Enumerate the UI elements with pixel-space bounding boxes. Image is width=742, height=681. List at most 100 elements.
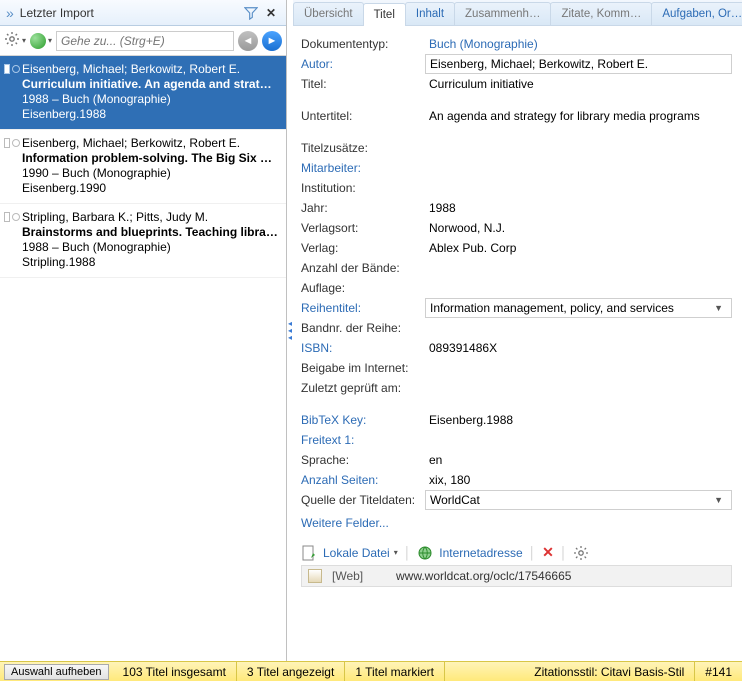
circle-icon[interactable] [12, 65, 20, 73]
settings-icon[interactable] [573, 545, 589, 561]
left-pane-title: Letzter Import [20, 6, 240, 20]
chevron-down-icon[interactable]: ▼ [710, 303, 727, 313]
flag-icon[interactable] [4, 64, 10, 74]
gear-icon[interactable] [4, 31, 20, 50]
reference-list: Eisenberg, Michael; Berkowitz, Robert E.… [0, 56, 286, 661]
collab-field[interactable] [425, 159, 732, 177]
nav-back-button[interactable]: ◄ [238, 31, 258, 51]
ref-year-type: 1988 – Buch (Monographie) [22, 92, 278, 106]
ref-key: Stripling.1988 [22, 255, 278, 269]
author-label[interactable]: Autor: [301, 55, 425, 73]
free1-field[interactable] [425, 431, 732, 449]
inst-field[interactable] [425, 179, 732, 197]
source-label: Quelle der Titeldaten: [301, 491, 425, 509]
collab-label[interactable]: Mitarbeiter: [301, 159, 425, 177]
series-label[interactable]: Reihentitel: [301, 299, 425, 317]
url-row[interactable]: [Web] www.worldcat.org/oclc/17546665 [301, 565, 732, 587]
status-shown: 3 Titel angezeigt [237, 662, 345, 681]
pages-label[interactable]: Anzahl Seiten: [301, 471, 425, 489]
search-input[interactable] [56, 31, 234, 51]
ref-authors: Eisenberg, Michael; Berkowitz, Robert E. [22, 62, 278, 76]
status-style[interactable]: Zitationsstil: Citavi Basis-Stil [524, 662, 695, 681]
bibtex-field[interactable]: Eisenberg.1988 [425, 411, 732, 429]
reference-item[interactable]: Stripling, Barbara K.; Pitts, Judy M.Bra… [0, 204, 286, 278]
tab-aufgabenor[interactable]: Aufgaben, Or… [651, 2, 742, 25]
tab-titel[interactable]: Titel [363, 3, 406, 26]
lang-label: Sprache: [301, 451, 425, 469]
circle-icon[interactable] [12, 213, 20, 221]
status-marked: 1 Titel markiert [345, 662, 445, 681]
flag-icon[interactable] [4, 212, 10, 222]
volumes-field[interactable] [425, 259, 732, 277]
internet-icon[interactable] [417, 545, 433, 561]
detail-form: Dokumententyp:Buch (Monographie) Autor:E… [293, 26, 742, 661]
globe-dropdown-icon[interactable]: ▾ [48, 36, 52, 45]
filter-icon[interactable] [242, 4, 260, 22]
title-field[interactable]: Curriculum initiative [425, 75, 732, 93]
publisher-field[interactable]: Ablex Pub. Corp [425, 239, 732, 257]
chevron-down-icon[interactable]: ▼ [710, 495, 727, 505]
internet-link[interactable]: Internetadresse [439, 546, 522, 560]
deselect-button[interactable]: Auswahl aufheben [4, 664, 109, 680]
doc-type-label: Dokumententyp: [301, 35, 425, 53]
isbn-field[interactable]: 089391486X [425, 339, 732, 357]
status-num: #141 [695, 662, 742, 681]
title-sup-field[interactable] [425, 139, 732, 157]
tab-bar: ÜbersichtTitelInhaltZusammenh…Zitate, Ko… [293, 0, 742, 26]
bibtex-label[interactable]: BibTeX Key: [301, 411, 425, 429]
source-combo[interactable]: WorldCat▼ [425, 490, 732, 510]
ref-authors: Eisenberg, Michael; Berkowitz, Robert E. [22, 136, 278, 150]
pages-field[interactable]: xix, 180 [425, 471, 732, 489]
online-field[interactable] [425, 359, 732, 377]
subtitle-field[interactable]: An agenda and strategy for library media… [425, 107, 732, 125]
title-label: Titel: [301, 75, 425, 93]
tab-zitatekomm[interactable]: Zitate, Komm… [550, 2, 652, 25]
left-pane: » Letzter Import ✕ ▾ ▾ ◄ ► Eisenberg, Mi… [0, 0, 287, 661]
local-file-dropdown-icon[interactable]: ▾ [394, 548, 398, 557]
delete-icon[interactable]: ✕ [542, 544, 554, 561]
year-field[interactable]: 1988 [425, 199, 732, 217]
year-label: Jahr: [301, 199, 425, 217]
nav-forward-button[interactable]: ► [262, 31, 282, 51]
flag-icon[interactable] [4, 138, 10, 148]
series-combo[interactable]: Information management, policy, and serv… [425, 298, 732, 318]
ref-title: Information problem-solving. The Big Six… [22, 151, 278, 165]
place-field[interactable]: Norwood, N.J. [425, 219, 732, 237]
series-no-field[interactable] [425, 319, 732, 337]
attachment-toolbar: Lokale Datei ▾ │ Internetadresse │ ✕ │ [301, 538, 732, 565]
ref-key: Eisenberg.1988 [22, 107, 278, 121]
isbn-label[interactable]: ISBN: [301, 339, 425, 357]
ref-year-type: 1990 – Buch (Monographie) [22, 166, 278, 180]
reference-item[interactable]: Eisenberg, Michael; Berkowitz, Robert E.… [0, 130, 286, 204]
left-toolbar: ▾ ▾ ◄ ► [0, 26, 286, 56]
tab-zusammenh[interactable]: Zusammenh… [454, 2, 551, 25]
collapse-icon[interactable]: » [6, 5, 14, 21]
ref-key: Eisenberg.1990 [22, 181, 278, 195]
more-fields-link[interactable]: Weitere Felder... [301, 510, 732, 532]
close-icon[interactable]: ✕ [262, 4, 280, 22]
tab-inhalt[interactable]: Inhalt [405, 2, 455, 25]
globe-icon[interactable] [30, 33, 46, 49]
author-field[interactable]: Eisenberg, Michael; Berkowitz, Robert E. [425, 54, 732, 74]
place-label: Verlagsort: [301, 219, 425, 237]
circle-icon[interactable] [12, 139, 20, 147]
status-total: 103 Titel insgesamt [113, 662, 237, 681]
subtitle-label: Untertitel: [301, 107, 425, 125]
status-bar: Auswahl aufheben 103 Titel insgesamt 3 T… [0, 661, 742, 681]
free1-label[interactable]: Freitext 1: [301, 431, 425, 449]
ref-title: Curriculum initiative. An agenda and str… [22, 77, 278, 91]
gear-dropdown-icon[interactable]: ▾ [22, 36, 26, 45]
local-file-icon[interactable] [301, 545, 317, 561]
doc-type-value[interactable]: Buch (Monographie) [425, 35, 732, 53]
publisher-label: Verlag: [301, 239, 425, 257]
checked-field[interactable] [425, 379, 732, 397]
ref-year-type: 1988 – Buch (Monographie) [22, 240, 278, 254]
reference-item[interactable]: Eisenberg, Michael; Berkowitz, Robert E.… [0, 56, 286, 130]
local-file-link[interactable]: Lokale Datei [323, 546, 390, 560]
lang-field[interactable]: en [425, 451, 732, 469]
tab-bersicht[interactable]: Übersicht [293, 2, 364, 25]
edition-field[interactable] [425, 279, 732, 297]
ref-authors: Stripling, Barbara K.; Pitts, Judy M. [22, 210, 278, 224]
inst-label: Institution: [301, 179, 425, 197]
left-pane-header: » Letzter Import ✕ [0, 0, 286, 26]
